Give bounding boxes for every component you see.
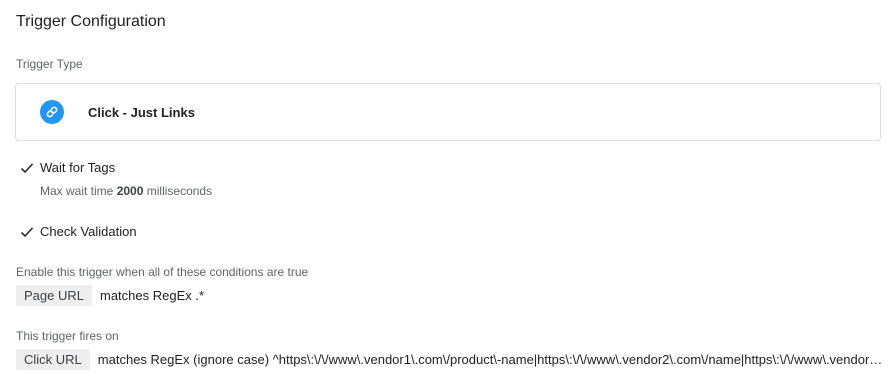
trigger-type-card[interactable]: Click - Just Links xyxy=(15,83,881,141)
wait-for-tags-option: Wait for Tags xyxy=(20,160,115,175)
page-title: Trigger Configuration xyxy=(16,13,166,30)
fires-on-condition-text: matches RegEx (ignore case) ^https\:\/\/… xyxy=(97,352,884,367)
check-validation-label: Check Validation xyxy=(40,224,137,239)
trigger-type-name: Click - Just Links xyxy=(88,104,195,120)
enable-conditions-label: Enable this trigger when all of these co… xyxy=(16,265,309,279)
click-url-variable-chip: Click URL xyxy=(16,349,90,370)
trigger-type-label: Trigger Type xyxy=(16,57,83,71)
enable-condition-row: Page URL matches RegEx .* xyxy=(16,285,204,306)
wait-time-suffix: milliseconds xyxy=(146,184,213,198)
fires-on-condition-row: Click URL matches RegEx (ignore case) ^h… xyxy=(16,349,884,370)
wait-time-value: 2000 xyxy=(116,184,144,198)
page-url-variable-chip: Page URL xyxy=(16,285,92,306)
check-validation-option: Check Validation xyxy=(20,224,137,239)
link-icon xyxy=(40,100,64,124)
wait-for-tags-label: Wait for Tags xyxy=(40,160,116,175)
fires-on-label: This trigger fires on xyxy=(16,329,119,343)
wait-time-prefix: Max wait time xyxy=(40,184,114,198)
enable-condition-text: matches RegEx .* xyxy=(99,288,205,303)
wait-time-detail: Max wait time 2000 milliseconds xyxy=(40,184,212,198)
checkmark-icon xyxy=(20,162,34,173)
checkmark-icon xyxy=(20,226,34,237)
